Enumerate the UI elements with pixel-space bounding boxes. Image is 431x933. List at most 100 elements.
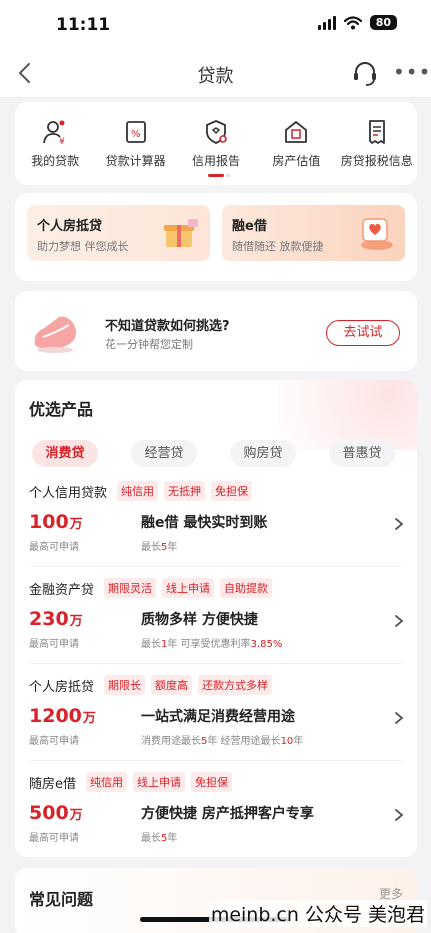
- product-headline: 方便快捷 房产抵押客户专享: [141, 806, 314, 822]
- amount-label: 最高可申请: [29, 542, 79, 553]
- detail-text: 年: [293, 736, 304, 747]
- product-detail: 最长1年 可享受优惠利率3.85%: [141, 635, 282, 650]
- amount-label: 最高可申请: [29, 736, 79, 747]
- promo-rong-e-jie[interactable]: 融e借 随借随还 放款便捷: [222, 205, 405, 261]
- promo-section: 个人房抵贷 助力梦想 伴您成长 融e借 随借随还 放款便捷: [15, 193, 417, 281]
- product-tag: 自助提款: [220, 578, 273, 598]
- signal-icon: [317, 15, 336, 30]
- divider: [29, 566, 403, 567]
- person-loan-icon: ¥: [43, 120, 65, 146]
- product-header: 随房e借 纯信用 线上申请 免担保: [29, 772, 232, 792]
- amount-unit: 万: [69, 614, 83, 629]
- product-row[interactable]: 个人信用贷款 纯信用 无抵押 免担保 100万最高可申请 融e借 最快实时到账 最长5年: [29, 481, 405, 567]
- quick-menu-label: 信用报告: [191, 154, 240, 168]
- product-detail: 最长5年: [141, 829, 177, 844]
- heart-card-icon: [361, 218, 393, 250]
- quick-menu-calculator[interactable]: % 贷款计算器: [98, 118, 174, 185]
- max-amount: 100万: [29, 511, 83, 533]
- detail-text: 年 经营用途最长: [207, 736, 281, 747]
- advisor-subtitle: 花一分钟帮您定制: [105, 338, 193, 351]
- amount-unit: 万: [69, 517, 83, 532]
- product-tag: 纯信用: [86, 772, 127, 792]
- chevron-right-icon[interactable]: [393, 808, 405, 822]
- quick-menu-tax-info[interactable]: 房贷报税信息: [339, 118, 415, 185]
- product-headline: 质物多样 方便快捷: [141, 612, 258, 628]
- credit-report-icon: [206, 120, 227, 144]
- chevron-right-icon[interactable]: [393, 614, 405, 628]
- watermark-text: meinb.cn 公众号 美泡君: [208, 900, 427, 927]
- quick-menu-credit-report[interactable]: 信用报告: [178, 118, 254, 185]
- house-valuation-icon: [285, 121, 308, 143]
- product-tag: 免担保: [211, 481, 253, 501]
- try-it-button[interactable]: 去试试: [326, 320, 400, 346]
- product-tag: 线上申请: [162, 578, 215, 598]
- nav-bar: 贷款 •••: [0, 50, 431, 98]
- sneaker-illustration-icon: [34, 316, 76, 353]
- product-tag: 纯信用: [117, 481, 159, 501]
- product-tag: 无抵押: [164, 481, 206, 501]
- advisor-title: 不知道贷款如何挑选?: [105, 319, 230, 334]
- product-detail: 最长5年: [141, 538, 177, 553]
- product-header: 金融资产贷 期限灵活 线上申请 自助提款: [29, 578, 273, 598]
- more-options-icon[interactable]: •••: [393, 60, 430, 86]
- chevron-right-icon[interactable]: [393, 517, 405, 531]
- chevron-right-icon[interactable]: [393, 711, 405, 725]
- detail-text: 最长: [141, 542, 161, 553]
- divider: [29, 663, 403, 664]
- product-tag: 还款方式多样: [198, 675, 273, 695]
- detail-text: 最长: [141, 833, 161, 844]
- detail-text: 年: [167, 833, 178, 844]
- promo-house-mortgage[interactable]: 个人房抵贷 助力梦想 伴您成长: [27, 205, 210, 261]
- tab-inclusive-loan[interactable]: 普惠贷: [329, 440, 395, 467]
- svg-text:¥: ¥: [59, 137, 65, 146]
- status-bar: 11:11 80: [0, 0, 431, 50]
- amount-unit: 万: [69, 808, 83, 823]
- product-name: 随房e借: [29, 776, 76, 792]
- product-row[interactable]: 随房e借 纯信用 线上申请 免担保 500万最高可申请 方便快捷 房产抵押客户专享 最长5年: [29, 772, 405, 857]
- customer-service-icon[interactable]: [351, 60, 379, 88]
- faq-title: 常见问题: [29, 890, 94, 909]
- loan-advisor-card: 不知道贷款如何挑选? 花一分钟帮您定制 去试试: [15, 291, 417, 371]
- product-tag: 期限长: [104, 675, 146, 695]
- detail-highlight: 3.85%: [250, 639, 283, 650]
- product-tag: 期限灵活: [104, 578, 157, 598]
- product-row[interactable]: 个人房抵贷 期限长 额度高 还款方式多样 1200万 最高可申请 一站式满足消费经营用途 消费…: [29, 675, 405, 761]
- amount-value: 230: [29, 608, 69, 630]
- max-amount: 1200万: [29, 705, 96, 727]
- gift-box-icon: [164, 219, 198, 247]
- amount-value: 1200: [29, 705, 82, 727]
- product-name: 个人房抵贷: [29, 679, 95, 695]
- calculator-icon: %: [125, 121, 146, 143]
- product-headline: 融e借 最快实时到账: [141, 515, 268, 531]
- max-amount: 500万: [29, 802, 83, 824]
- detail-text: 最长: [141, 639, 161, 650]
- quick-menu-my-loans[interactable]: ¥ 我的贷款: [17, 118, 93, 185]
- svg-text:%: %: [131, 129, 141, 140]
- status-time: 11:11: [56, 15, 111, 35]
- amount-unit: 万: [82, 711, 96, 726]
- tab-home-loan[interactable]: 购房贷: [230, 440, 296, 467]
- product-row[interactable]: 金融资产贷 期限灵活 线上申请 自助提款 230万最高可申请 质物多样 方便快捷最长1年 …: [29, 578, 405, 664]
- product-name: 金融资产贷: [29, 582, 95, 598]
- product-headline: 一站式满足消费经营用途: [141, 709, 295, 725]
- tab-consumer-loan[interactable]: 消费贷: [32, 440, 98, 467]
- detail-text: 年: [167, 542, 178, 553]
- battery-icon: 80: [369, 15, 397, 30]
- product-tabs: 消费贷 经营贷 购房贷 普惠贷: [32, 440, 395, 467]
- product-detail: 消费用途最长5年 经营用途最长10年: [141, 732, 303, 747]
- tab-business-loan[interactable]: 经营贷: [131, 440, 197, 467]
- amount-value: 100: [29, 511, 69, 533]
- detail-highlight: 10: [280, 736, 294, 747]
- amount-value: 500: [29, 802, 69, 824]
- tax-document-icon: [368, 120, 385, 144]
- amount-label: 最高可申请: [29, 639, 79, 650]
- quick-menu: ¥ 我的贷款 % 贷款计算器 信用报告 房产估值 房贷报税信息: [15, 102, 417, 185]
- product-tag: 免担保: [191, 772, 232, 792]
- product-header: 个人信用贷款 纯信用 无抵押 免担保: [29, 481, 253, 501]
- quick-menu-house-valuation[interactable]: 房产估值: [258, 118, 334, 185]
- quick-menu-label: 我的贷款: [31, 154, 80, 168]
- amount-label: 最高可申请: [29, 833, 79, 844]
- section-title: 优选产品: [29, 400, 94, 419]
- detail-text: 消费用途最长: [141, 736, 201, 747]
- divider: [29, 760, 403, 761]
